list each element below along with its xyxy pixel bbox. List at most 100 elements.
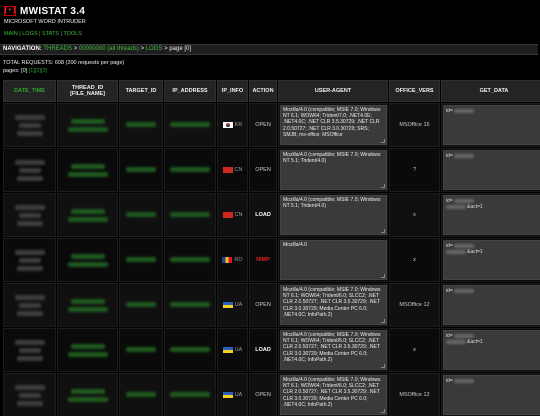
cell-user-agent: Mozilla/4.0 (compatible; MSIE 7.0; Windo… bbox=[278, 193, 388, 237]
get-data-key: id= bbox=[446, 243, 453, 249]
redacted-value bbox=[126, 256, 156, 262]
redacted-value bbox=[67, 351, 108, 357]
redacted-value bbox=[70, 208, 105, 214]
redacted-value bbox=[126, 301, 156, 307]
col-header-date-time[interactable]: DATE_TIME bbox=[3, 80, 56, 102]
nav-tools-link[interactable]: TOOLS bbox=[63, 31, 82, 37]
office-version: x bbox=[413, 212, 416, 218]
table-header-row: DATE_TIME THREAD_ID [FILE_NAME] TARGET_I… bbox=[3, 80, 540, 102]
cell-thread-id bbox=[57, 238, 118, 282]
col-header-action[interactable]: ACTION bbox=[249, 80, 277, 102]
user-agent-textarea[interactable]: Mozilla/4.0 (compatible; MSIE 7.0; Windo… bbox=[280, 330, 387, 370]
action-value: OPEN bbox=[255, 392, 271, 398]
redacted-value bbox=[18, 212, 41, 218]
cell-date-time bbox=[3, 283, 56, 327]
user-agent-text: Mozilla/4.0 (compatible; MSIE 7.0; Windo… bbox=[283, 332, 381, 363]
cell-get-data: id= &act=1 bbox=[441, 328, 540, 372]
get-data-value: id= &act=1 bbox=[444, 333, 540, 371]
cell-ip-info: UA bbox=[217, 373, 248, 416]
redacted-value bbox=[453, 199, 474, 203]
col-header-office-vers[interactable]: OFFICE_VERS bbox=[389, 80, 440, 102]
redacted-value bbox=[453, 289, 474, 293]
cell-thread-id bbox=[57, 148, 118, 192]
get-data-key: id= bbox=[446, 333, 453, 339]
get-data-key: id= bbox=[446, 108, 453, 114]
user-agent-textarea[interactable]: Mozilla/4.0 (compatible; MSIE 7.0; Windo… bbox=[280, 375, 387, 415]
country-code: CN bbox=[234, 167, 243, 173]
country-code: KR bbox=[234, 122, 243, 128]
redacted-value bbox=[16, 355, 43, 361]
col-header-ip-address[interactable]: IP_ADDRESS bbox=[164, 80, 216, 102]
cell-date-time bbox=[3, 193, 56, 237]
redacted-value bbox=[126, 121, 156, 127]
redacted-value bbox=[170, 166, 210, 172]
country-code: UA bbox=[234, 302, 243, 308]
cell-date-time bbox=[3, 148, 56, 192]
redacted-value bbox=[67, 171, 108, 177]
redacted-value bbox=[170, 346, 210, 352]
cell-ip-address bbox=[164, 193, 216, 237]
user-agent-textarea[interactable]: Mozilla/4.0 (compatible; MSIE 7.0; Windo… bbox=[280, 285, 387, 325]
cell-ip-info: RO bbox=[217, 238, 248, 282]
col-header-get-data[interactable]: GET_DATA bbox=[441, 80, 540, 102]
app-header: [•] MWISTAT 3.4 bbox=[4, 4, 85, 18]
resize-grip-icon[interactable] bbox=[381, 409, 385, 413]
top-nav: MAIN | LOGS | STATS | TOOLS bbox=[4, 31, 82, 37]
redacted-value bbox=[67, 306, 108, 312]
redacted-value bbox=[67, 216, 108, 222]
cell-action: OPEN bbox=[249, 283, 277, 327]
resize-grip-icon[interactable] bbox=[381, 274, 385, 278]
table-row: KR OPEN Mozilla/4.0 (compatible; MSIE 7.0;… bbox=[3, 103, 540, 147]
get-data-key: id= bbox=[446, 198, 453, 204]
redacted-value bbox=[170, 121, 210, 127]
redacted-value bbox=[70, 388, 105, 394]
nav-stats-link[interactable]: STATS bbox=[42, 31, 59, 37]
app-subtitle: MICROSOFT WORD INTRUDER bbox=[4, 19, 86, 25]
flag-icon bbox=[222, 212, 233, 218]
nav-separator: | bbox=[39, 31, 41, 37]
breadcrumb: NAVIGATION: THREADS > 00000000 (all thre… bbox=[0, 44, 538, 55]
redacted-value bbox=[453, 154, 474, 158]
nav-main-link[interactable]: MAIN bbox=[4, 31, 18, 37]
col-header-target-id[interactable]: TARGET_ID bbox=[119, 80, 163, 102]
cell-thread-id bbox=[57, 283, 118, 327]
resize-grip-icon[interactable] bbox=[381, 319, 385, 323]
action-value: NIMP bbox=[256, 257, 270, 263]
redacted-value bbox=[16, 310, 43, 316]
cell-user-agent: Mozilla/4.0 (compatible; MSIE 7.0; Windo… bbox=[278, 328, 388, 372]
app-title: MWISTAT 3.4 bbox=[20, 5, 86, 17]
breadcrumb-label: NAVIGATION: bbox=[3, 46, 42, 52]
resize-grip-icon[interactable] bbox=[381, 364, 385, 368]
cell-thread-id bbox=[57, 193, 118, 237]
resize-grip-icon[interactable] bbox=[381, 229, 385, 233]
breadcrumb-threads-link[interactable]: THREADS bbox=[43, 46, 72, 52]
resize-grip-icon[interactable] bbox=[381, 139, 385, 143]
nav-logs-link[interactable]: LOGS bbox=[22, 31, 37, 37]
breadcrumb-logs-link[interactable]: LOGS bbox=[146, 46, 163, 52]
get-data-key: id= bbox=[446, 378, 453, 384]
office-version: MSOffice 12 bbox=[399, 392, 430, 398]
cell-target-id bbox=[119, 328, 163, 372]
cell-get-data: id= bbox=[441, 373, 540, 416]
redacted-value bbox=[70, 118, 105, 124]
col-header-ip-info[interactable]: IP_INFO bbox=[217, 80, 248, 102]
cell-user-agent: Mozilla/4.0 bbox=[278, 238, 388, 282]
redacted-value bbox=[126, 391, 156, 397]
cell-target-id bbox=[119, 373, 163, 416]
breadcrumb-all-threads-link[interactable]: 00000000 (all threads) bbox=[79, 46, 139, 52]
user-agent-textarea[interactable]: Mozilla/4.0 (compatible; MSIE 7.0; Windo… bbox=[280, 105, 387, 145]
current-page: [0] bbox=[21, 67, 28, 74]
col-header-thread-id[interactable]: THREAD_ID [FILE_NAME] bbox=[57, 80, 118, 102]
country-code: UA bbox=[234, 392, 243, 398]
resize-grip-icon[interactable] bbox=[381, 184, 385, 188]
user-agent-textarea[interactable]: Mozilla/4.0 bbox=[280, 240, 387, 280]
user-agent-textarea[interactable]: Mozilla/4.0 (compatible; MSIE 7.0; Windo… bbox=[280, 150, 387, 190]
page-link-3[interactable]: [3] bbox=[41, 68, 47, 74]
redacted-value bbox=[16, 265, 43, 271]
get-data-param: &act=1 bbox=[467, 204, 483, 210]
redacted-value bbox=[453, 244, 474, 248]
col-header-user-agent[interactable]: USER-AGENT bbox=[278, 80, 388, 102]
cell-get-data: id= &act=1 bbox=[441, 238, 540, 282]
get-data-line: &act=1 bbox=[446, 339, 540, 345]
user-agent-textarea[interactable]: Mozilla/4.0 (compatible; MSIE 7.0; Windo… bbox=[280, 195, 387, 235]
